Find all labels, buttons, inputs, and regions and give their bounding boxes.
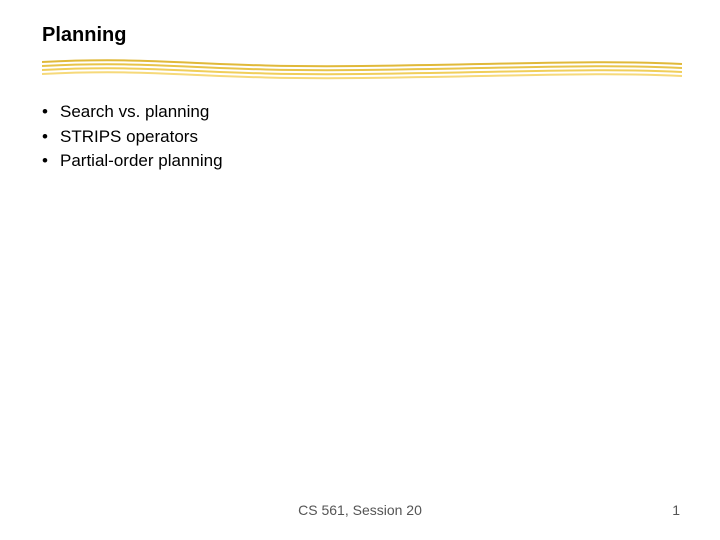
bullet-item: Partial-order planning bbox=[42, 149, 223, 174]
bullet-item: Search vs. planning bbox=[42, 100, 223, 125]
footer-course: CS 561, Session 20 bbox=[0, 502, 720, 518]
slide-title: Planning bbox=[42, 24, 126, 47]
bullet-list: Search vs. planning STRIPS operators Par… bbox=[42, 100, 223, 174]
slide: Planning Search vs. planning STRIPS oper… bbox=[0, 0, 720, 540]
footer-page-number: 1 bbox=[672, 502, 680, 518]
bullet-item: STRIPS operators bbox=[42, 125, 223, 150]
divider-swoosh-icon bbox=[42, 58, 682, 82]
